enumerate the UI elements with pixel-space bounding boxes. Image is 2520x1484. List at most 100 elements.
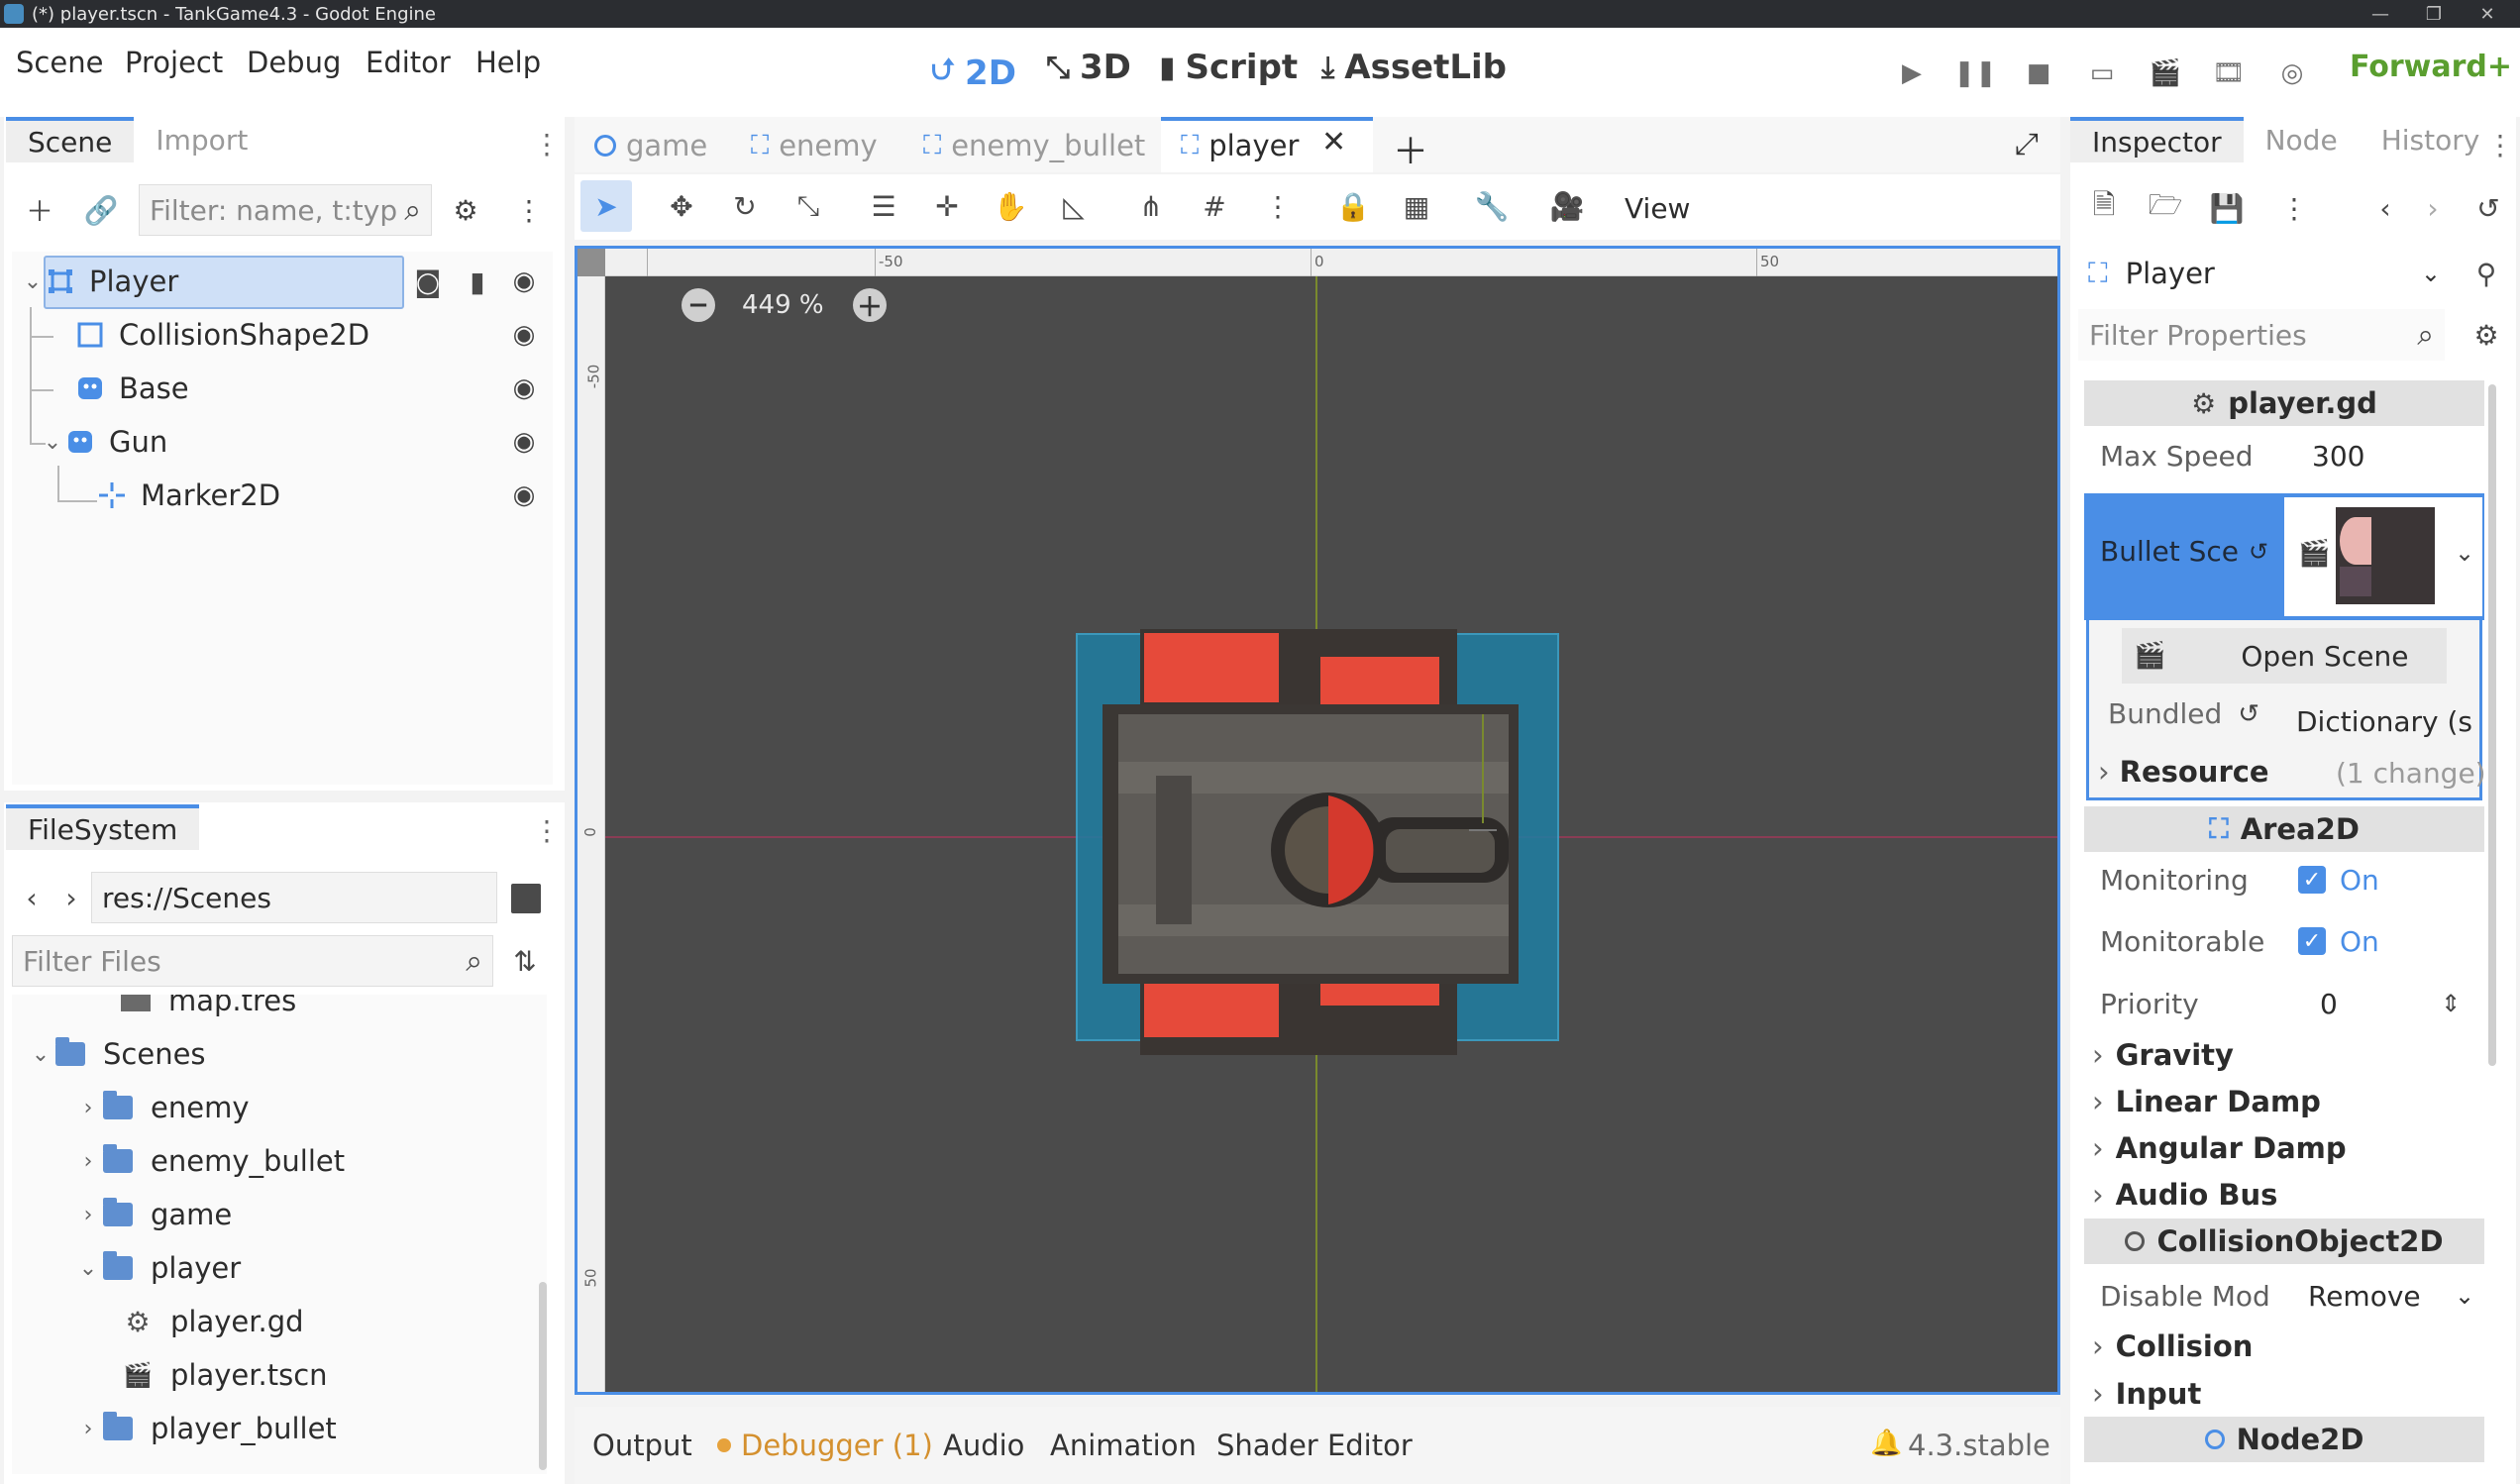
group-collision[interactable]: › Collision bbox=[2092, 1324, 2253, 1369]
menu-scene[interactable]: Scene bbox=[16, 46, 103, 79]
chevron-down-icon[interactable]: ⌄ bbox=[2455, 539, 2474, 567]
zoom-in-icon[interactable]: ＋ bbox=[853, 288, 887, 323]
group-gravity[interactable]: › Gravity bbox=[2092, 1032, 2234, 1078]
resource-menu-icon[interactable]: ⋮ bbox=[2274, 188, 2314, 228]
folder-item-player[interactable]: ⌄ player bbox=[73, 1242, 241, 1294]
tree-node-marker2d[interactable]: Marker2D bbox=[99, 470, 280, 521]
new-resource-icon[interactable]: 🗎 bbox=[2084, 188, 2124, 228]
tab-shader-editor[interactable]: Shader Editor bbox=[1216, 1429, 1413, 1462]
list-select-icon[interactable]: ☰ bbox=[864, 186, 903, 226]
save-resource-icon[interactable]: 💾 bbox=[2207, 188, 2247, 228]
move-tool-icon[interactable]: ✥ bbox=[662, 186, 701, 226]
revert-icon[interactable]: ↺ bbox=[2249, 538, 2268, 566]
folder-item-player-bullet[interactable]: › player_bullet bbox=[73, 1403, 337, 1454]
folder-item-enemy[interactable]: › enemy bbox=[73, 1082, 249, 1133]
forward-icon[interactable]: › bbox=[52, 878, 91, 917]
pan-tool-icon[interactable]: ✋ bbox=[991, 186, 1030, 226]
group-angular-damp[interactable]: › Angular Damp bbox=[2092, 1125, 2347, 1171]
tank-sprite[interactable] bbox=[1083, 607, 1558, 1073]
tab-audio[interactable]: Audio bbox=[943, 1429, 1024, 1462]
tree-node-collisionshape2d[interactable]: CollisionShape2D bbox=[77, 309, 369, 361]
tab-node[interactable]: Node bbox=[2244, 117, 2360, 162]
bone-icon[interactable]: 🔧 bbox=[1472, 186, 1512, 226]
filesystem-menu-icon[interactable]: ⋮ bbox=[533, 810, 561, 850]
lock-icon[interactable]: 🔒 bbox=[1333, 186, 1373, 226]
mode-2d-button[interactable]: ⮍ 2D bbox=[931, 48, 1016, 98]
group-icon[interactable]: ▦ bbox=[1397, 186, 1436, 226]
menu-help[interactable]: Help bbox=[475, 46, 541, 79]
monitoring-checkbox[interactable]: ✓ bbox=[2298, 866, 2326, 894]
maximize-icon[interactable]: ❐ bbox=[2407, 0, 2461, 28]
inspector-scrollbar[interactable] bbox=[2488, 384, 2496, 1066]
grid-snap-icon[interactable]: # bbox=[1195, 186, 1234, 226]
history-forward-icon[interactable]: › bbox=[2413, 188, 2453, 228]
canvas-viewport[interactable]: -50 0 50 -50 0 50 − 449 % ＋ bbox=[575, 246, 2060, 1395]
select-tool-icon[interactable]: ➤ bbox=[586, 186, 626, 226]
play-custom-scene-icon[interactable]: 🎞 bbox=[2209, 53, 2249, 93]
tab-debugger[interactable]: Debugger (1) bbox=[741, 1429, 933, 1462]
mode-assetlib-button[interactable]: ⤓ AssetLib bbox=[1321, 48, 1507, 87]
tree-node-player[interactable]: ⌄ Player bbox=[18, 256, 178, 307]
mode-script-button[interactable]: ▮ Script bbox=[1159, 48, 1298, 87]
priority-value[interactable]: 0 bbox=[2320, 988, 2338, 1020]
close-window-icon[interactable]: ✕ bbox=[2461, 0, 2514, 28]
collapse-arrow-icon[interactable]: ⌄ bbox=[38, 430, 67, 455]
tab-filesystem[interactable]: FileSystem bbox=[6, 804, 200, 850]
file-item-player-gd[interactable]: ⚙ player.gd bbox=[123, 1296, 303, 1347]
sort-icon[interactable]: ⇅ bbox=[505, 941, 545, 981]
folder-item-enemy-bullet[interactable]: › enemy_bullet bbox=[73, 1135, 345, 1187]
editor-tab-player[interactable]: ⛶ player bbox=[1181, 129, 1299, 162]
notification-bell-icon[interactable]: 🔔 bbox=[1870, 1429, 1902, 1458]
tab-animation[interactable]: Animation bbox=[1050, 1429, 1197, 1462]
filesystem-filter-input[interactable]: Filter Files ⌕ bbox=[12, 935, 493, 987]
expand-arrow-icon[interactable]: › bbox=[73, 1417, 103, 1441]
resource-group[interactable]: › Resource bbox=[2098, 755, 2269, 789]
script-attached-icon[interactable]: ▮ bbox=[458, 262, 497, 301]
node2d-section-header[interactable]: Node2D bbox=[2084, 1417, 2484, 1462]
expand-arrow-icon[interactable]: › bbox=[73, 1096, 103, 1120]
add-node-icon[interactable]: ＋ bbox=[20, 190, 59, 230]
revert-icon[interactable]: ↺ bbox=[2238, 699, 2259, 729]
toggle-split-icon[interactable] bbox=[511, 884, 541, 913]
distraction-free-icon[interactable]: ⤢ bbox=[2015, 127, 2039, 161]
expand-arrow-icon[interactable]: › bbox=[73, 1203, 103, 1227]
scene-instance-icon[interactable]: ◙ bbox=[408, 262, 448, 301]
area2d-section-header[interactable]: ⛶ Area2D bbox=[2084, 806, 2484, 852]
chevron-down-icon[interactable]: ⌄ bbox=[2455, 1282, 2474, 1310]
inspector-menu-icon[interactable]: ⋮ bbox=[2486, 125, 2514, 164]
spinbox-arrows-icon[interactable]: ⇕ bbox=[2441, 990, 2461, 1017]
visibility-eye-icon[interactable]: ◉ bbox=[507, 478, 541, 512]
group-input[interactable]: › Input bbox=[2092, 1371, 2201, 1417]
tree-node-base[interactable]: Base bbox=[77, 363, 189, 414]
zoom-out-icon[interactable]: − bbox=[682, 288, 715, 322]
collapse-arrow-icon[interactable]: ⌄ bbox=[73, 1256, 103, 1281]
visibility-eye-icon[interactable]: ◉ bbox=[507, 318, 541, 352]
scale-tool-icon[interactable]: ⤡ bbox=[788, 186, 828, 226]
tab-history[interactable]: History bbox=[2360, 117, 2502, 162]
play-icon[interactable]: ▶ bbox=[1892, 53, 1932, 93]
scene-tree-menu-icon[interactable]: ⋮ bbox=[509, 190, 549, 230]
open-scene-button[interactable]: 🎬 Open Scene bbox=[2122, 628, 2447, 684]
instance-scene-icon[interactable]: 🔗 bbox=[81, 190, 121, 230]
movie-maker-icon[interactable]: ◎ bbox=[2272, 53, 2312, 93]
pause-icon[interactable]: ❚❚ bbox=[1953, 53, 1997, 93]
inspected-object-selector[interactable]: ⛶ Player ⌄ bbox=[2080, 248, 2447, 299]
mode-3d-button[interactable]: ⤡ 3D bbox=[1046, 48, 1131, 87]
collapse-arrow-icon[interactable]: ⌄ bbox=[18, 269, 48, 294]
filesystem-path-input[interactable]: res://Scenes bbox=[91, 872, 497, 923]
visibility-eye-icon[interactable]: ◉ bbox=[507, 265, 541, 298]
open-folder-icon[interactable]: 🗁 bbox=[2146, 188, 2185, 228]
filesystem-scrollbar[interactable] bbox=[539, 1282, 547, 1470]
tab-scene[interactable]: Scene bbox=[6, 117, 135, 162]
editor-tab-enemy[interactable]: ⛶ enemy bbox=[751, 129, 878, 162]
editor-tab-game[interactable]: game bbox=[594, 129, 707, 162]
menu-project[interactable]: Project bbox=[125, 46, 223, 79]
max-speed-value[interactable]: 300 bbox=[2312, 440, 2364, 473]
pivot-tool-icon[interactable]: ✛ bbox=[927, 186, 967, 226]
attach-script-icon[interactable]: ⚙ bbox=[446, 190, 485, 230]
renderer-dropdown[interactable]: Forward+ ⌄ bbox=[2350, 50, 2520, 84]
tab-inspector[interactable]: Inspector bbox=[2070, 117, 2244, 162]
remote-debug-icon[interactable]: ▭ bbox=[2082, 53, 2122, 93]
group-linear-damp[interactable]: › Linear Damp bbox=[2092, 1079, 2321, 1124]
object-history-icon[interactable]: ↺ bbox=[2468, 188, 2508, 228]
